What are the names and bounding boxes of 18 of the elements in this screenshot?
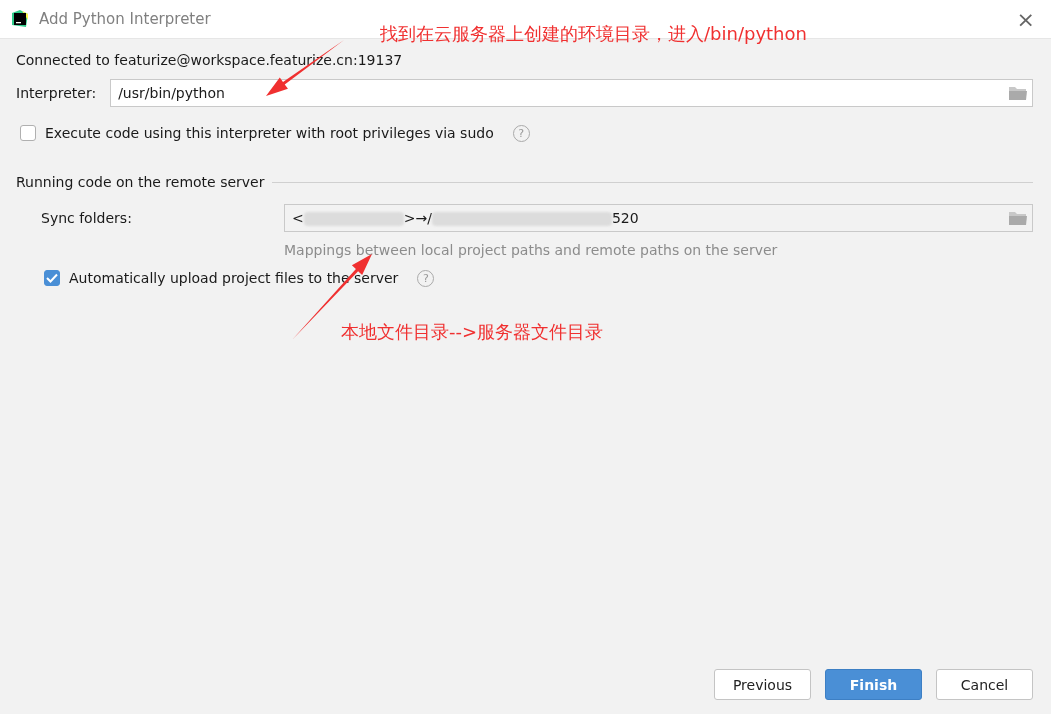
dialog-button[interactable]: Cancel xyxy=(936,669,1033,700)
interpreter-field[interactable]: /usr/bin/python xyxy=(110,79,1033,107)
checkbox-label: Execute code using this interpreter with root privileges via sudo xyxy=(45,125,494,141)
interpreter-label: Interpreter: xyxy=(16,85,97,101)
sync-folders-label: Sync folders: xyxy=(41,210,133,226)
close-button[interactable]: × xyxy=(1012,6,1039,32)
app-logo xyxy=(10,9,30,29)
folder-icon[interactable] xyxy=(1008,85,1028,101)
checkbox[interactable] xyxy=(20,125,36,141)
hint-text: Mappings between local project paths and remote paths on the server xyxy=(284,242,779,258)
checkbox[interactable] xyxy=(44,270,60,286)
window-title: Add Python Interpreter xyxy=(39,10,212,28)
section-title: Running code on the remote server xyxy=(16,174,265,190)
folder-icon[interactable] xyxy=(1008,210,1028,226)
sync-folders-field[interactable]: < >→/ 520 xyxy=(284,204,1033,232)
annotation-text: 本地文件目录-->服务器文件目录 xyxy=(341,320,604,344)
annotation-text: 找到在云服务器上创建的环境目录，进入/bin/python xyxy=(380,22,807,46)
dialog-button[interactable]: Previous xyxy=(714,669,811,700)
